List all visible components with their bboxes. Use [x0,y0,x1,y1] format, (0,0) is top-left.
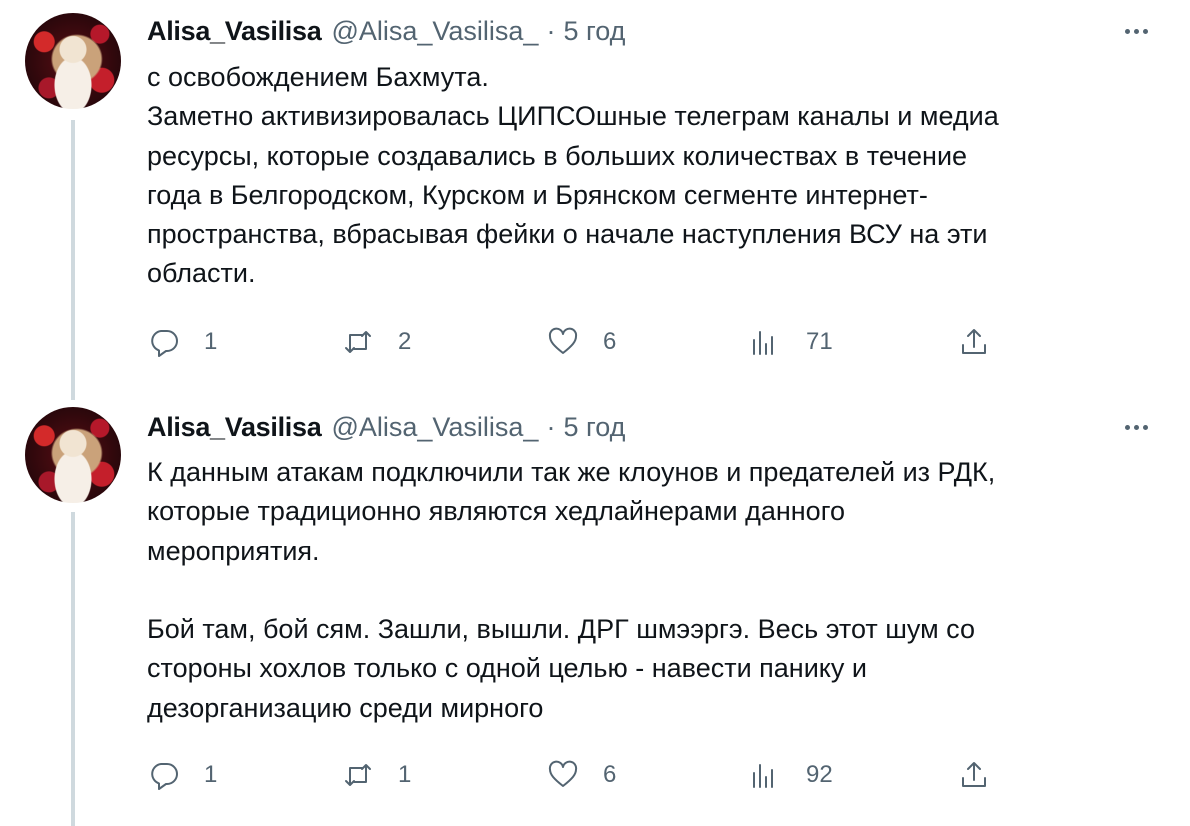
retweet-button[interactable]: 2 [342,324,411,360]
author-name[interactable]: Alisa_Vasilisa [147,412,322,443]
action-bar: 1 1 6 92 [0,757,1190,793]
retweet-count: 2 [398,328,412,355]
heart-icon [548,760,578,787]
retweet-icon [345,331,371,353]
share-upload-icon [962,329,986,354]
tweet-text-line: Бой там, бой сям. Зашли, вышли. ДРГ шмээ… [147,614,975,645]
reply-button[interactable]: 1 [148,324,217,360]
like-button[interactable]: 6 [547,324,616,360]
action-bar: 1 2 6 71 [0,324,1190,360]
retweet-icon [345,764,371,786]
views-button[interactable]: 92 [748,757,833,793]
bar-chart-views-icon [753,331,773,355]
reply-bubble-icon [151,763,178,790]
reply-bubble-icon [151,330,178,357]
reply-count: 1 [204,761,218,788]
tweet-text-blank-line [147,571,1157,610]
more-options-button[interactable] [1116,412,1156,442]
tweet-text-line: пространства, вбрасывая фейки о начале н… [147,219,988,250]
share-button[interactable] [958,757,990,793]
avatar[interactable] [25,407,121,503]
separator-dot: · [546,411,556,442]
tweet-text: с освобождением Бахмута. Заметно активиз… [147,58,1157,294]
tweet-header: Alisa_Vasilisa @Alisa_Vasilisa_ · 5 год [147,16,625,46]
tweet-text: К данным атакам подключили так же клоуно… [147,453,1157,728]
tweet-text-line: которые традиционно являются хедлайнерам… [147,496,845,527]
more-dot [1133,424,1139,430]
author-name[interactable]: Alisa_Vasilisa [147,16,322,47]
author-handle[interactable]: @Alisa_Vasilisa_ [331,412,538,443]
avatar[interactable] [25,13,121,109]
views-count: 92 [806,761,833,788]
tweet-text-line: с освобождением Бахмута. [147,62,489,92]
tweet-text-line: стороны хохлов только с одной целью - на… [147,653,867,684]
more-horizontal-icon [1124,28,1130,34]
more-dot [1142,424,1148,430]
tweet-text-line: дезорганизацию среди мирного [147,692,544,723]
views-count: 71 [806,328,833,355]
share-upload-icon [962,762,986,787]
more-dot [1133,28,1139,34]
retweet-button[interactable]: 1 [342,757,411,793]
tweet-header: Alisa_Vasilisa @Alisa_Vasilisa_ · 5 год [147,412,625,442]
separator-dot: · [546,15,556,46]
reply-count: 1 [204,328,218,355]
tweet-text-line: ресурсы, которые создавались в больших к… [147,140,968,171]
bar-chart-views-icon [753,764,773,788]
more-options-button[interactable] [1116,16,1156,46]
reply-button[interactable]: 1 [148,757,217,793]
timestamp[interactable]: 5 год [563,16,625,47]
like-count: 6 [603,328,617,355]
retweet-count: 1 [398,761,412,788]
share-button[interactable] [958,324,990,360]
tweet[interactable]: Alisa_Vasilisa @Alisa_Vasilisa_ · 5 год … [0,0,1190,400]
tweet-text-line: года в Белгородском, Курском и Брянском … [147,179,928,210]
views-button[interactable]: 71 [748,324,833,360]
timestamp[interactable]: 5 год [563,412,625,443]
author-handle[interactable]: @Alisa_Vasilisa_ [331,16,538,47]
heart-icon [548,327,578,354]
tweet-text-line: области. [147,258,256,289]
more-horizontal-icon [1124,424,1130,430]
like-button[interactable]: 6 [547,757,616,793]
more-dot [1142,28,1148,34]
tweet-text-line: Заметно активизировалась ЦИПСОшные телег… [147,101,999,132]
tweet-text-line: К данным атакам подключили так же клоуно… [147,457,996,487]
like-count: 6 [603,761,617,788]
tweet-text-line: мероприятия. [147,535,320,566]
tweet[interactable]: Alisa_Vasilisa @Alisa_Vasilisa_ · 5 год … [0,400,1190,826]
